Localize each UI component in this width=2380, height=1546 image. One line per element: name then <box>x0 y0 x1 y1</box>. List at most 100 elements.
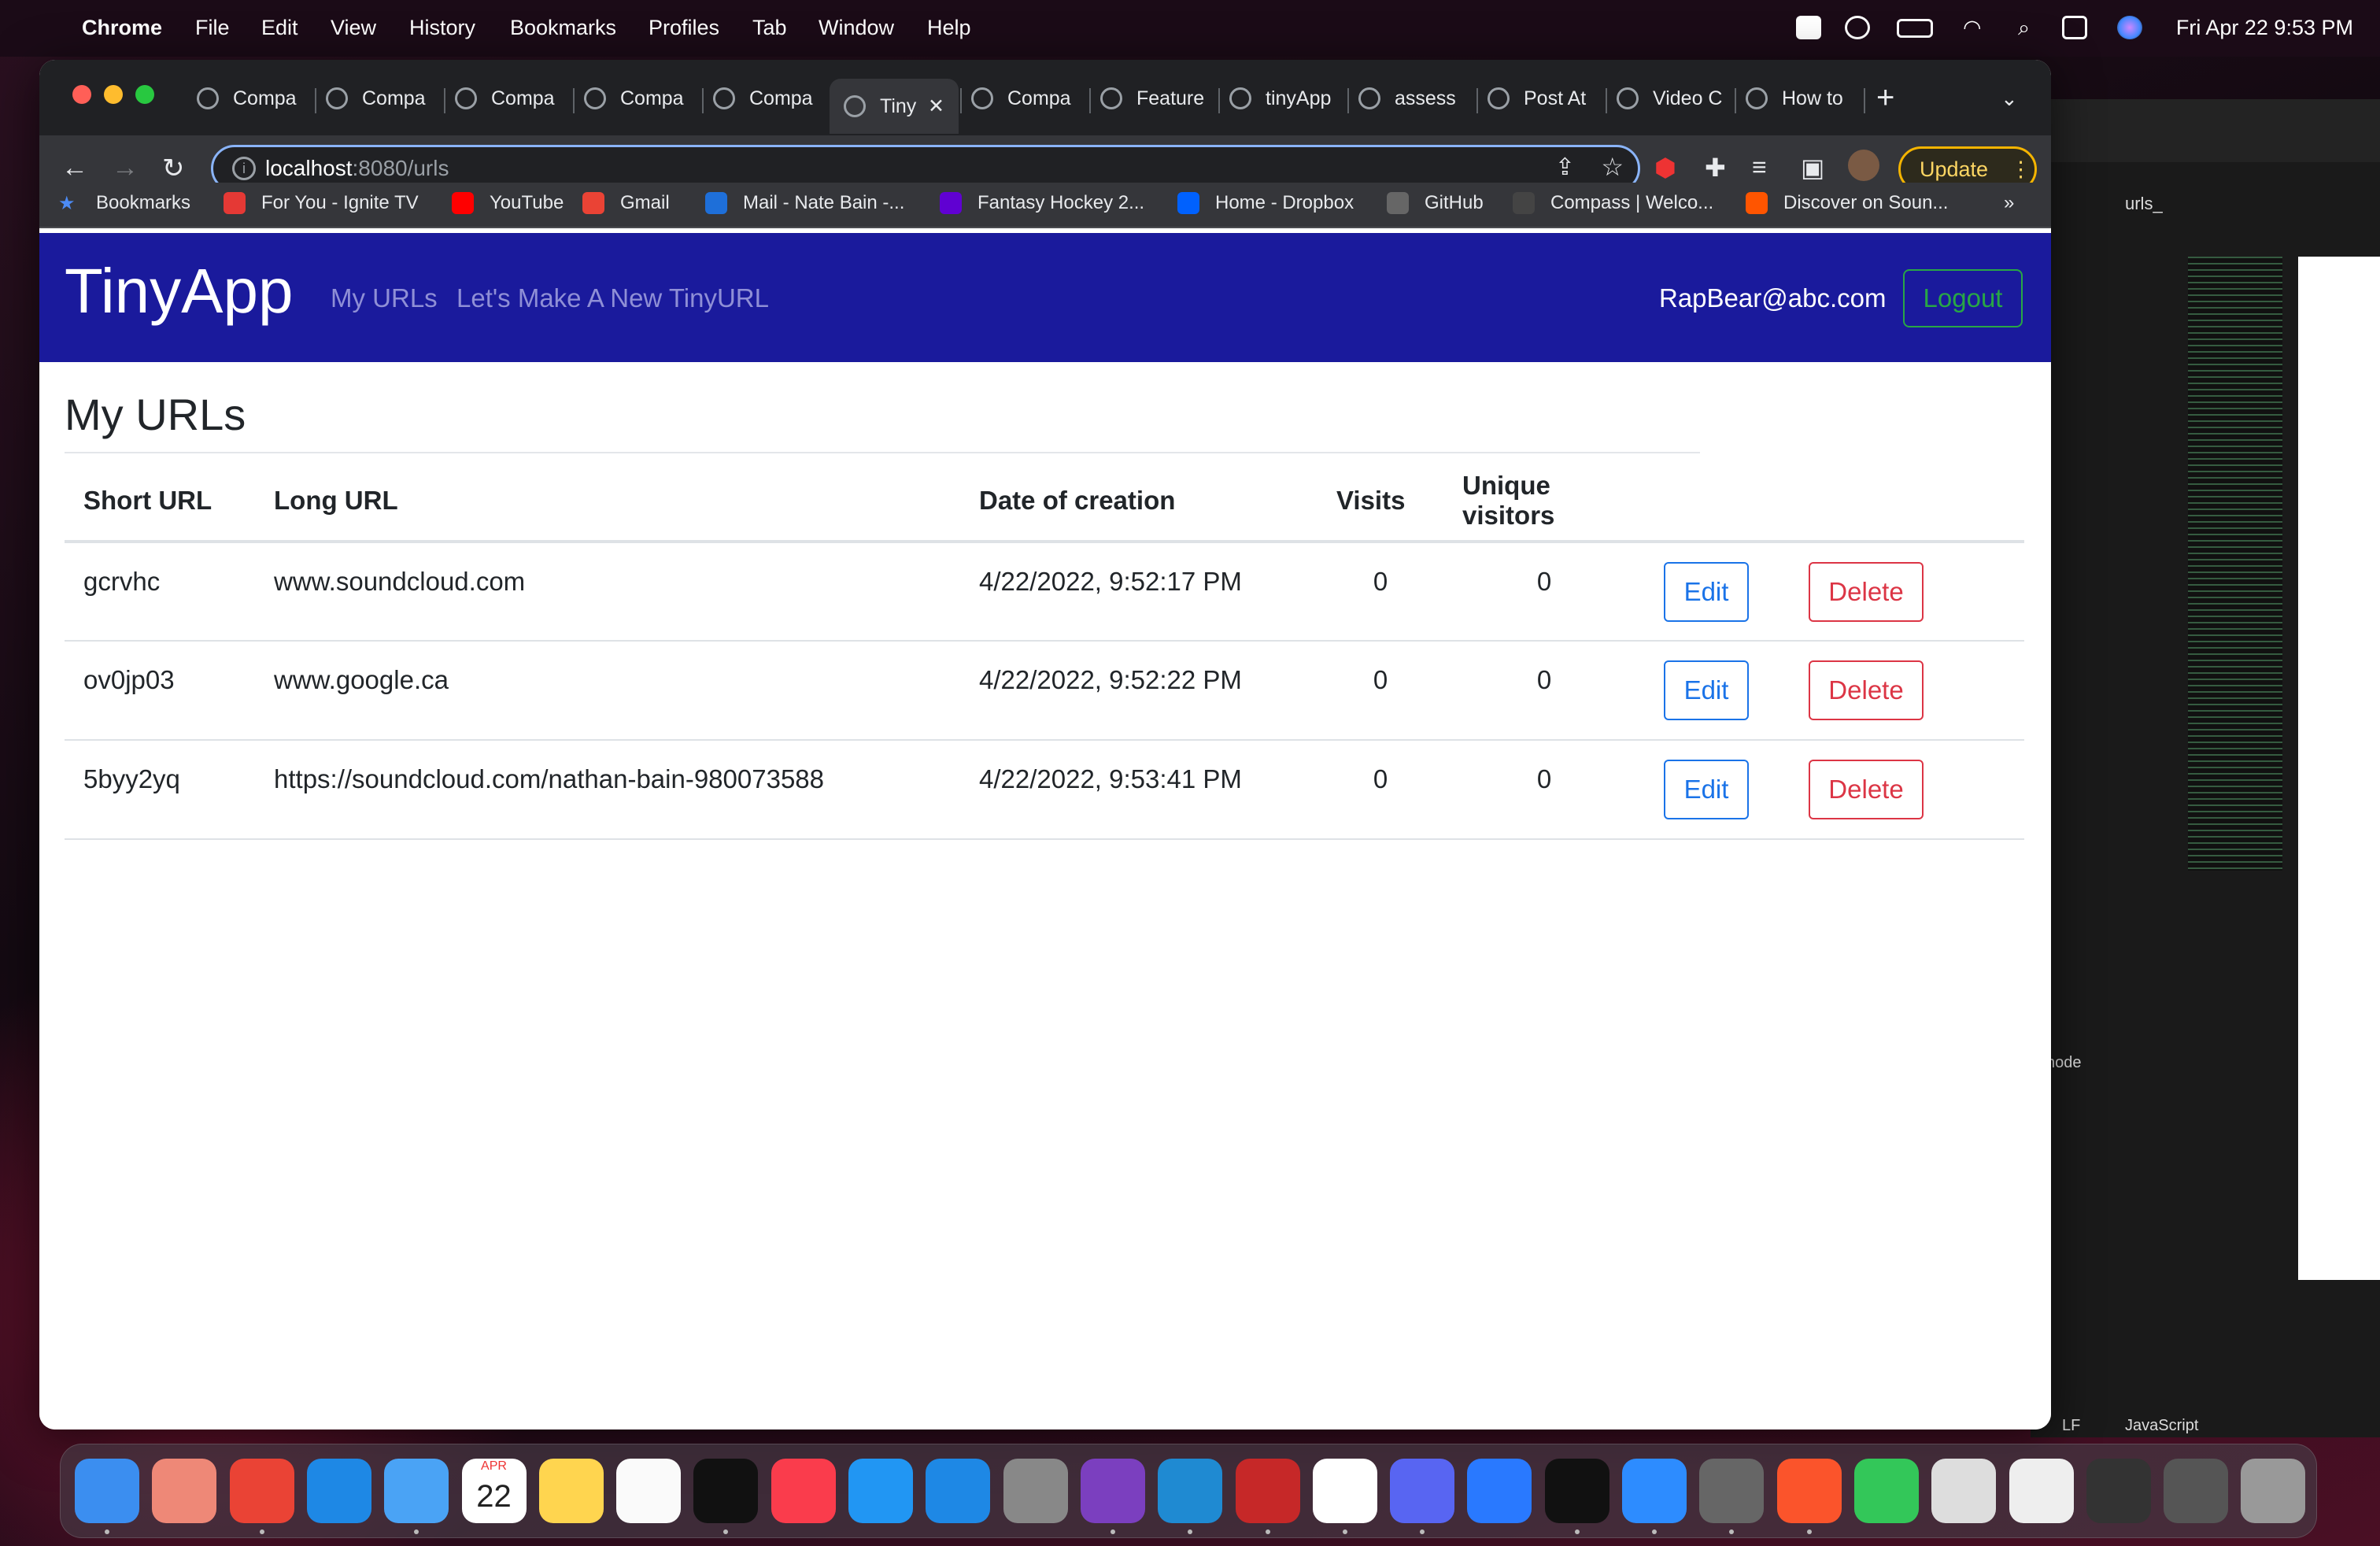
chrome-icon[interactable] <box>229 1459 294 1523</box>
github-desktop-icon[interactable] <box>1080 1459 1145 1523</box>
bookmark-item[interactable]: Gmail <box>582 192 670 214</box>
music-icon[interactable] <box>771 1459 836 1523</box>
discord-icon[interactable] <box>1390 1459 1455 1523</box>
vscode-icon[interactable] <box>1158 1459 1223 1523</box>
bookmark-item[interactable]: Fantasy Hockey 2... <box>940 192 1144 214</box>
brave-icon[interactable] <box>1776 1459 1842 1523</box>
forward-button[interactable]: → <box>112 153 139 183</box>
document-icon[interactable] <box>1931 1459 1997 1523</box>
launchpad-icon[interactable] <box>152 1459 217 1523</box>
vscode-tab-label[interactable]: urls_ <box>2125 194 2163 214</box>
reload-button[interactable]: ↻ <box>162 153 185 184</box>
minimize-window-button[interactable] <box>104 85 123 104</box>
close-tab-icon[interactable]: ✕ <box>928 94 944 118</box>
vscode-status-eol[interactable]: LF <box>2062 1417 2080 1435</box>
preview-icon[interactable] <box>1699 1459 1765 1523</box>
side-panel-icon[interactable]: ▣ <box>1801 153 1824 183</box>
menu-edit[interactable]: Edit <box>261 16 298 40</box>
tab-search-chevron-icon[interactable]: ⌄ <box>2001 87 2018 111</box>
bookmark-item[interactable]: For You - Ignite TV <box>224 192 419 214</box>
siri-icon[interactable] <box>2117 16 2142 39</box>
search-icon[interactable]: ⌕ <box>2018 16 2030 41</box>
tab-active[interactable]: Tiny ✕ <box>830 79 959 134</box>
extensions-puzzle-icon[interactable]: ✚ <box>1705 153 1726 183</box>
bookmark-item[interactable]: YouTube <box>452 192 564 214</box>
browser-tab[interactable]: Compa <box>326 80 433 117</box>
play-icon[interactable] <box>1845 16 1870 39</box>
safari-icon[interactable] <box>306 1459 371 1523</box>
menubar-clock[interactable]: Fri Apr 22 9:53 PM <box>2176 16 2353 40</box>
browser-tab[interactable]: Video C <box>1617 80 1724 117</box>
browser-tab[interactable]: How to <box>1746 80 1853 117</box>
bookmarks-overflow-icon[interactable]: » <box>2004 192 2014 214</box>
menu-app-name[interactable]: Chrome <box>82 16 162 40</box>
trash-icon[interactable] <box>2241 1459 2306 1523</box>
vscode-status-language[interactable]: JavaScript <box>2125 1417 2198 1435</box>
logout-button[interactable]: Logout <box>1903 269 2023 327</box>
nav-new-tinyurl[interactable]: Let's Make A New TinyURL <box>456 283 769 313</box>
mail-icon[interactable] <box>384 1459 449 1523</box>
battery-icon[interactable] <box>1897 19 1933 38</box>
edit-button[interactable]: Edit <box>1664 562 1749 622</box>
menu-help[interactable]: Help <box>927 16 971 40</box>
zoom-window-button[interactable] <box>135 85 154 104</box>
reminders-icon[interactable] <box>616 1459 682 1523</box>
browser-tab[interactable]: tinyApp <box>1229 80 1336 117</box>
menu-bookmarks[interactable]: Bookmarks <box>510 16 616 40</box>
xcode-icon[interactable] <box>1467 1459 1532 1523</box>
control-center-icon[interactable] <box>2062 16 2087 39</box>
nav-my-urls[interactable]: My URLs <box>331 283 438 313</box>
bookmark-item[interactable]: Home - Dropbox <box>1177 192 1354 214</box>
terminal-icon[interactable] <box>1544 1459 1609 1523</box>
site-info-icon[interactable]: i <box>232 157 256 180</box>
browser-tab[interactable]: Compa <box>197 80 304 117</box>
browser-tab[interactable]: Compa <box>584 80 691 117</box>
slack-icon[interactable] <box>1312 1459 1377 1523</box>
browser-tab[interactable]: Compa <box>455 80 562 117</box>
browser-tab[interactable]: Post At <box>1488 80 1595 117</box>
bookmark-star-icon[interactable]: ☆ <box>1601 152 1624 182</box>
edit-button[interactable]: Edit <box>1664 660 1749 720</box>
menu-tab[interactable]: Tab <box>752 16 787 40</box>
menu-file[interactable]: File <box>195 16 230 40</box>
menu-view[interactable]: View <box>331 16 376 40</box>
bookmark-item[interactable]: Discover on Soun... <box>1746 192 1948 214</box>
bookmark-item[interactable]: Compass | Welco... <box>1513 192 1713 214</box>
back-button[interactable]: ← <box>61 153 88 183</box>
browser-tab[interactable]: Compa <box>971 80 1078 117</box>
browser-tab[interactable]: Compa <box>713 80 820 117</box>
browser-tab[interactable]: Feature <box>1100 80 1207 117</box>
close-window-button[interactable] <box>72 85 91 104</box>
system-preferences-icon[interactable] <box>1003 1459 1068 1523</box>
notes-icon[interactable] <box>538 1459 604 1523</box>
edit-button[interactable]: Edit <box>1664 760 1749 819</box>
app-store-icon[interactable] <box>926 1459 991 1523</box>
new-tab-button[interactable]: + <box>1876 80 1894 116</box>
finder-icon[interactable] <box>75 1459 139 1523</box>
wifi-icon[interactable]: ◠ <box>1963 16 1982 40</box>
bookmark-item[interactable]: GitHub <box>1387 192 1484 214</box>
zoom-icon[interactable] <box>1622 1459 1687 1523</box>
window-thumb-icon[interactable] <box>2164 1459 2229 1523</box>
menu-history[interactable]: History <box>409 16 475 40</box>
bookmark-item[interactable]: Mail - Nate Bain -... <box>705 192 904 214</box>
browser-tab[interactable]: assess <box>1358 80 1465 117</box>
delete-button[interactable]: Delete <box>1809 760 1924 819</box>
app-brand[interactable]: TinyApp <box>65 255 294 327</box>
calendar-icon[interactable]: APR 22 <box>461 1459 527 1523</box>
share-icon[interactable]: ⇪ <box>1555 153 1575 181</box>
screen-record-icon[interactable] <box>1796 16 1821 39</box>
reading-list-icon[interactable]: ≡ <box>1752 153 1767 182</box>
game-icon[interactable] <box>1235 1459 1300 1523</box>
delete-button[interactable]: Delete <box>1809 660 1924 720</box>
extension-adblock-icon[interactable]: ⬢ <box>1654 153 1676 183</box>
profile-avatar[interactable] <box>1848 150 1879 181</box>
delete-button[interactable]: Delete <box>1809 562 1924 622</box>
bookmark-item[interactable]: ★ Bookmarks <box>58 192 190 214</box>
menu-profiles[interactable]: Profiles <box>649 16 719 40</box>
facetime-icon[interactable] <box>1853 1459 1919 1523</box>
keynote-icon[interactable] <box>848 1459 913 1523</box>
apple-tv-icon[interactable] <box>693 1459 759 1523</box>
window-thumb-icon[interactable] <box>2086 1459 2151 1523</box>
window-thumb-icon[interactable] <box>2009 1459 2074 1523</box>
